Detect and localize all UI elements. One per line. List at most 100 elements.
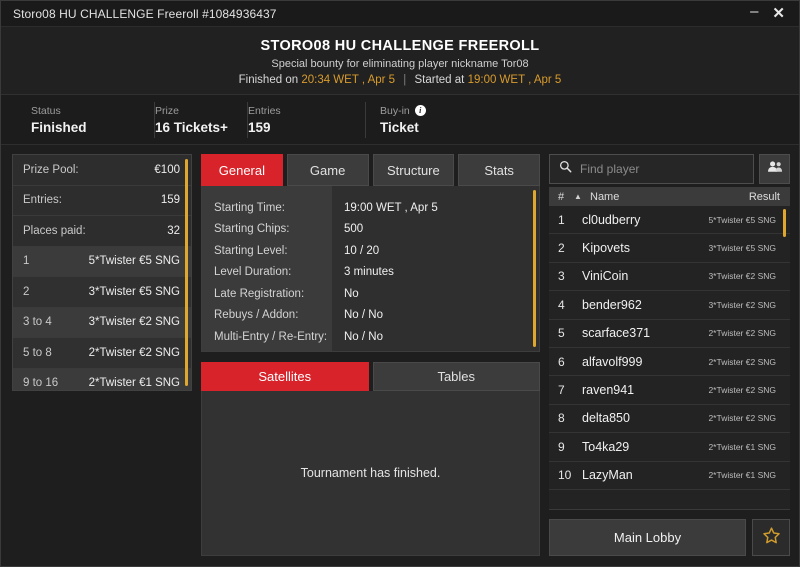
table-row[interactable]: 3 ViniCoin 3*Twister €2 SNG [549, 263, 790, 291]
general-info-keys: Starting Time: Starting Chips: Starting … [202, 186, 332, 351]
places-paid-row: Places paid: 32 [13, 216, 191, 247]
favorite-button[interactable] [752, 519, 790, 556]
table-row[interactable]: 6 alfavolf999 2*Twister €2 SNG [549, 348, 790, 376]
payout-place: 2 [23, 286, 29, 298]
finished-prefix: Finished on [239, 74, 298, 86]
player-name: raven941 [582, 383, 708, 397]
payout-row: 9 to 16 2*Twister €1 SNG [13, 369, 191, 392]
table-row[interactable]: 2 Kipovets 3*Twister €5 SNG [549, 234, 790, 262]
info-value: No / No [344, 326, 539, 348]
column-header-name[interactable]: Name [590, 191, 749, 203]
player-result: 2*Twister €2 SNG [708, 328, 776, 338]
stat-buyin-label: Buy-in i [380, 105, 468, 117]
window-title: Storo08 HU CHALLENGE Freeroll #108493643… [13, 7, 750, 21]
tournament-header: STORO08 HU CHALLENGE FREEROLL Special bo… [1, 27, 799, 95]
search-box[interactable] [549, 154, 754, 184]
prize-pool-column: Prize Pool: €100 Entries: 159 Places pai… [12, 154, 192, 556]
payout-prize: 3*Twister €2 SNG [89, 316, 180, 328]
info-icon[interactable]: i [415, 105, 426, 116]
general-info-panel: Starting Time: Starting Chips: Starting … [201, 186, 540, 352]
payout-row: 1 5*Twister €5 SNG [13, 247, 191, 278]
payout-place: 1 [23, 255, 29, 267]
payout-row: 5 to 8 2*Twister €2 SNG [13, 338, 191, 369]
tournament-times: Finished on 20:34 WET , Apr 5 | Started … [239, 74, 562, 86]
window-controls: – ✕ [750, 6, 791, 21]
tournament-subtitle: Special bounty for eliminating player ni… [271, 58, 528, 70]
column-header-result[interactable]: Result [749, 191, 780, 203]
info-key: Starting Level: [214, 240, 332, 262]
started-time: 19:00 WET , Apr 5 [468, 74, 562, 86]
tab-structure[interactable]: Structure [373, 154, 455, 186]
general-info-scrollbar[interactable] [533, 190, 536, 347]
table-row[interactable]: 5 scarface371 2*Twister €2 SNG [549, 320, 790, 348]
player-result: 2*Twister €1 SNG [708, 470, 776, 480]
player-result: 2*Twister €1 SNG [708, 442, 776, 452]
player-result: 2*Twister €2 SNG [708, 357, 776, 367]
tab-game[interactable]: Game [287, 154, 369, 186]
info-key: Level Duration: [214, 262, 332, 284]
stat-status-label: Status [31, 105, 136, 117]
players-table-header: # ▲ Name Result [549, 187, 790, 206]
prize-pool-value: €100 [154, 164, 180, 176]
search-input[interactable] [580, 162, 744, 176]
table-row[interactable]: 4 bender962 3*Twister €2 SNG [549, 291, 790, 319]
payout-row: 2 3*Twister €5 SNG [13, 277, 191, 308]
started-prefix: Started at [415, 74, 465, 86]
player-rank: 5 [558, 326, 582, 340]
players-list: 1 cl0udberry 5*Twister €5 SNG 2 Kipovets… [549, 206, 790, 510]
table-row[interactable]: 1 cl0udberry 5*Twister €5 SNG [549, 206, 790, 234]
table-row[interactable]: 8 delta850 2*Twister €2 SNG [549, 405, 790, 433]
details-tab-bar: General Game Structure Stats [201, 154, 540, 186]
info-value: No / No [344, 305, 539, 327]
tab-tables[interactable]: Tables [373, 362, 541, 391]
player-result: 2*Twister €2 SNG [708, 385, 776, 395]
close-icon[interactable]: ✕ [772, 6, 785, 21]
player-rank: 4 [558, 298, 582, 312]
main-lobby-button[interactable]: Main Lobby [549, 519, 746, 556]
player-name: ViniCoin [582, 269, 708, 283]
search-icon [559, 160, 572, 178]
table-row[interactable]: 7 raven941 2*Twister €2 SNG [549, 376, 790, 404]
sort-ascending-icon[interactable]: ▲ [574, 192, 590, 201]
player-rank: 9 [558, 440, 582, 454]
player-result: 2*Twister €2 SNG [708, 413, 776, 423]
info-key: Starting Time: [214, 197, 332, 219]
tab-stats[interactable]: Stats [458, 154, 540, 186]
lobby-body: Prize Pool: €100 Entries: 159 Places pai… [1, 145, 799, 566]
column-header-num[interactable]: # [558, 191, 574, 203]
prize-pool-scrollbar[interactable] [185, 159, 188, 386]
finished-time: 20:34 WET , Apr 5 [301, 74, 395, 86]
player-result: 3*Twister €2 SNG [708, 271, 776, 281]
prize-pool-label: Prize Pool: [23, 164, 79, 176]
payout-prize: 2*Twister €1 SNG [89, 377, 180, 389]
stat-buyin: Buy-in i Ticket [366, 102, 486, 138]
payout-place: 3 to 4 [23, 316, 52, 328]
stat-prize-value: 16 Tickets+ [155, 120, 229, 135]
stat-entries-value: 159 [248, 120, 347, 135]
stat-prize: Prize 16 Tickets+ [155, 102, 248, 138]
stat-status-value: Finished [31, 120, 136, 135]
stat-buyin-value: Ticket [380, 120, 468, 135]
player-rank: 10 [558, 468, 582, 482]
table-row[interactable]: 10 LazyMan 2*Twister €1 SNG [549, 462, 790, 490]
stat-buyin-label-text: Buy-in [380, 105, 410, 117]
tab-general[interactable]: General [201, 154, 283, 186]
player-rank: 2 [558, 241, 582, 255]
player-name: To4ka29 [582, 440, 708, 454]
players-list-button[interactable] [759, 154, 790, 184]
player-rank: 1 [558, 213, 582, 227]
table-row[interactable]: 9 To4ka29 2*Twister €1 SNG [549, 433, 790, 461]
payout-place: 9 to 16 [23, 377, 58, 389]
people-icon [767, 160, 783, 178]
player-search-row [549, 154, 790, 184]
players-list-scrollbar[interactable] [783, 209, 786, 237]
sub-panel: Tournament has finished. [201, 391, 540, 557]
players-footer: Main Lobby [549, 519, 790, 556]
stat-entries: Entries 159 [248, 102, 366, 138]
info-key: Rebuys / Addon: [214, 305, 332, 327]
player-name: alfavolf999 [582, 355, 708, 369]
places-paid-value: 32 [167, 225, 180, 237]
tab-satellites[interactable]: Satellites [201, 362, 369, 391]
minimize-icon[interactable]: – [750, 4, 758, 19]
prize-entries-row: Entries: 159 [13, 186, 191, 217]
